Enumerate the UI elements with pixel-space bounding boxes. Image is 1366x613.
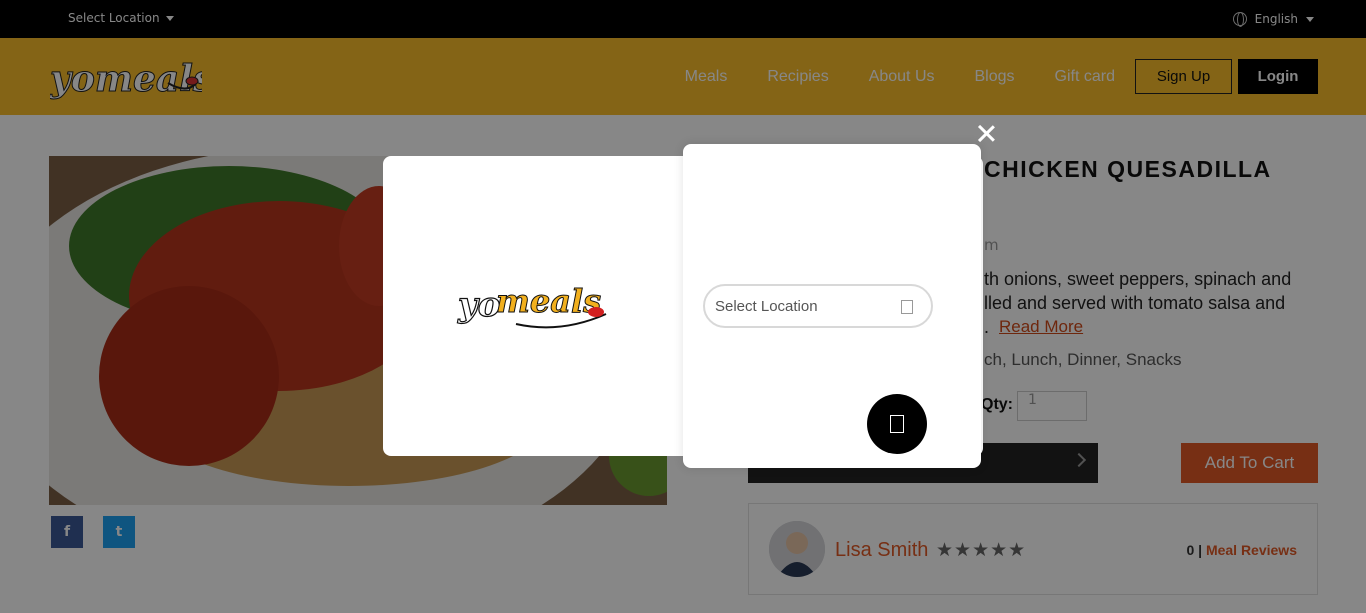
location-select-label: Select Location: [715, 297, 818, 315]
svg-text:yo: yo: [457, 285, 500, 325]
modal-logo: yo meals: [456, 272, 608, 338]
square-icon: [890, 415, 904, 433]
submit-location-button[interactable]: [867, 394, 927, 454]
svg-text:meals: meals: [496, 282, 601, 320]
dropdown-icon: [901, 300, 913, 314]
location-select[interactable]: Select Location: [703, 284, 933, 328]
close-icon[interactable]: [975, 122, 997, 144]
